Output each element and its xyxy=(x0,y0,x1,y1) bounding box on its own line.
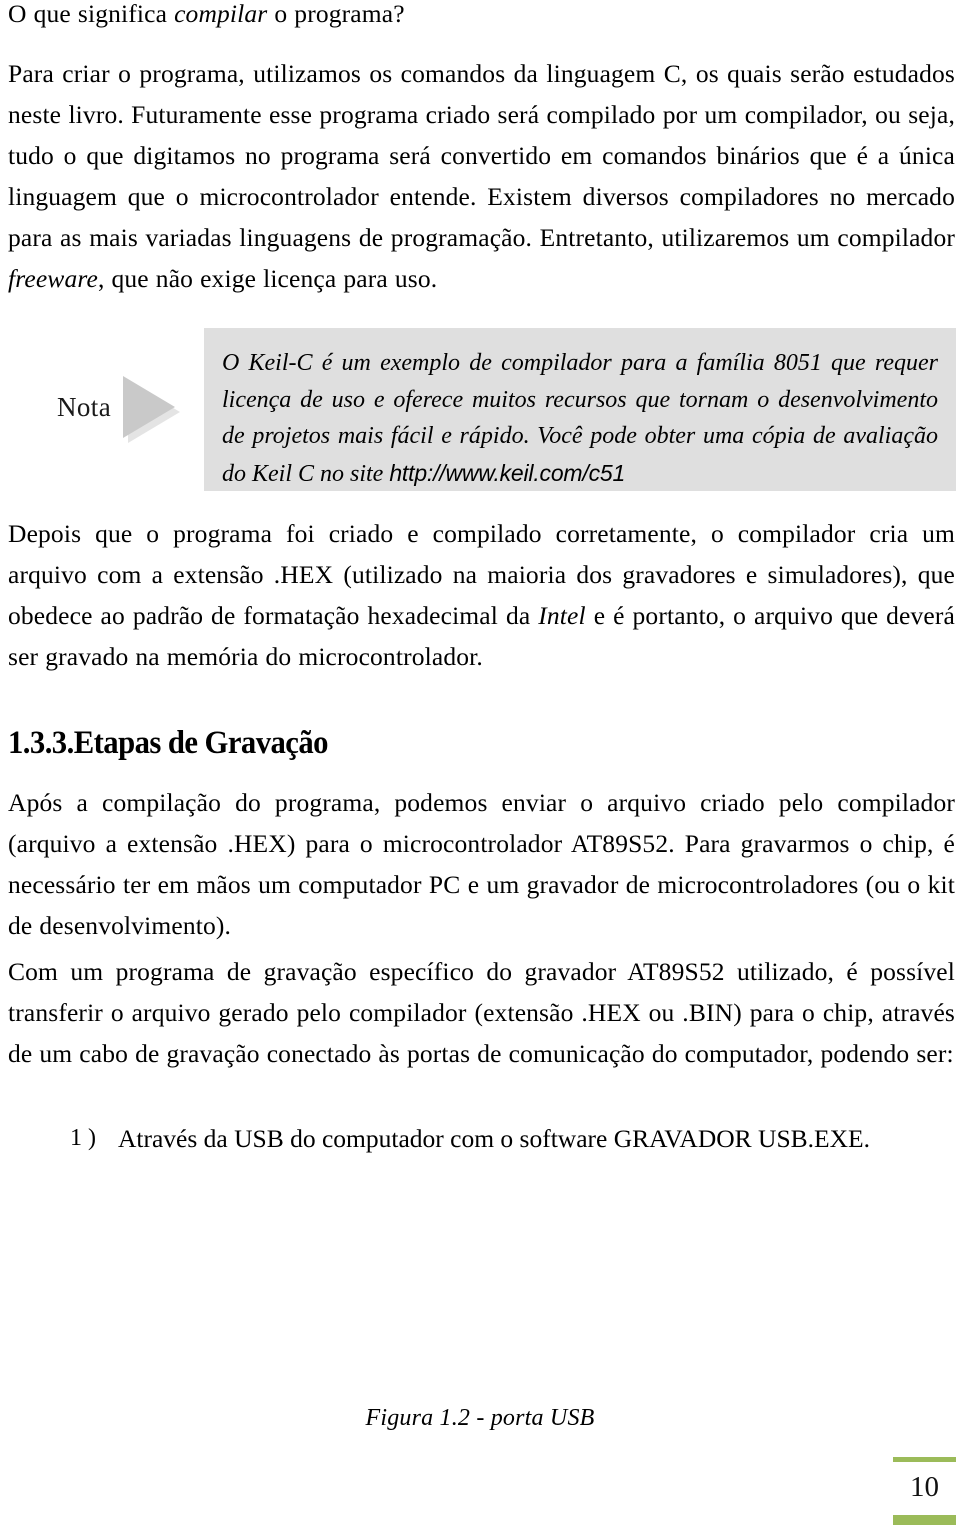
intro-paragraph: Para criar o programa, utilizamos os com… xyxy=(8,53,955,299)
page-number: 10 xyxy=(910,1471,939,1503)
page-footer: 10 xyxy=(893,1457,956,1525)
section-heading: 1.3.3.Etapas de Gravação xyxy=(8,725,328,761)
intro-text-part-1: Para criar o programa, utilizamos os com… xyxy=(8,59,955,252)
list-item: 1 ) Através da USB do computador com o so… xyxy=(70,1118,955,1159)
lead-question-line: O que significa compilar o programa? xyxy=(8,0,955,34)
after-note-paragraph: Depois que o programa foi criado e compi… xyxy=(8,513,955,677)
intro-text-part-2: , que não exige licença para uso. xyxy=(97,264,438,293)
note-url-link[interactable]: http://www.keil.com/c51 xyxy=(389,460,625,486)
footer-rule-bottom xyxy=(893,1515,956,1525)
figure-caption: Figura 1.2 - porta USB xyxy=(365,1405,595,1431)
note-callout: Nota O Keil-C é um exemplo de compilador… xyxy=(0,325,960,493)
note-text: O Keil-C é um exemplo de compilador para… xyxy=(222,345,938,492)
after-note-intel-italic: Intel xyxy=(538,601,586,630)
document-page: O que significa compilar o programa? Par… xyxy=(0,0,960,1528)
section-paragraph-1: Após a compilação do programa, podemos e… xyxy=(8,788,955,940)
section-paragraph-2: Com um programa de gravação específico d… xyxy=(8,957,955,1068)
list-item-text: Através da USB do computador com o softw… xyxy=(118,1124,870,1153)
note-box: O Keil-C é um exemplo de compilador para… xyxy=(204,328,956,491)
lead-text-italic: compilar xyxy=(174,0,268,28)
footer-rule-top xyxy=(893,1457,956,1462)
intro-text-freeware: freeware xyxy=(8,264,98,293)
triangle-right-icon xyxy=(123,376,175,438)
lead-text-before: O que significa xyxy=(8,0,175,28)
list-item-marker: 1 ) xyxy=(70,1125,96,1151)
lead-text-after: o programa? xyxy=(267,0,405,28)
numbered-list: 1 ) Através da USB do computador com o so… xyxy=(70,1118,955,1159)
note-label: Nota xyxy=(57,392,112,422)
